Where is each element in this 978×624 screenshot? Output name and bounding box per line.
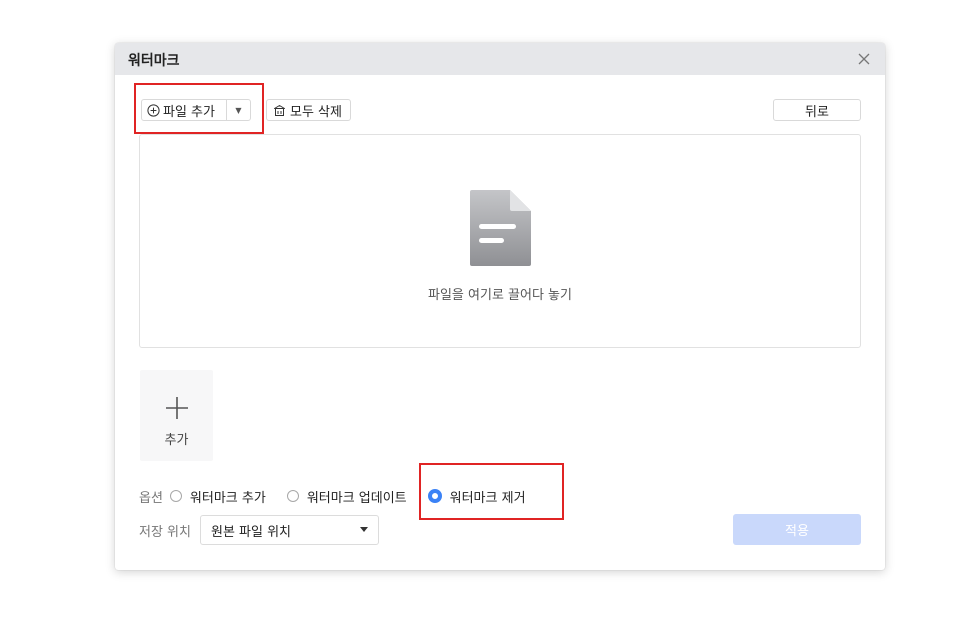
- radio-button[interactable]: [286, 490, 299, 502]
- plus-icon: [166, 397, 188, 419]
- radio-label: 워터마크 제거: [449, 490, 526, 506]
- delete-all-label: 모두 삭제: [290, 104, 342, 120]
- add-file-tile[interactable]: 추가: [140, 370, 213, 461]
- back-button[interactable]: 뒤로: [773, 99, 861, 121]
- close-icon[interactable]: [855, 50, 873, 68]
- add-file-label: 파일 추가: [163, 104, 215, 120]
- plus-circle-icon: [147, 103, 160, 117]
- file-drop-zone[interactable]: 파일을 여기로 끌어다 놓기: [139, 134, 861, 348]
- options-label: 옵션: [139, 490, 163, 506]
- dialog-title: 워터마크: [128, 53, 180, 69]
- caret-down-icon: ▼: [235, 105, 242, 115]
- back-label: 뒤로: [805, 104, 829, 120]
- save-location-row: 저장 위치 원본 파일 위치: [139, 515, 379, 545]
- trash-icon: [274, 104, 285, 116]
- add-file-button[interactable]: 파일 추가: [142, 100, 227, 120]
- add-file-button-group: 파일 추가 ▼: [141, 99, 251, 121]
- add-file-dropdown[interactable]: ▼: [227, 100, 250, 120]
- drop-hint-text: 파일을 여기로 끌어다 놓기: [428, 288, 572, 303]
- save-location-value: 원본 파일 위치: [210, 524, 292, 540]
- radio-label: 워터마크 업데이트: [306, 490, 407, 506]
- radio-remove-watermark[interactable]: 워터마크 제거: [427, 487, 526, 506]
- apply-label: 적용: [785, 524, 809, 539]
- apply-button[interactable]: 적용: [733, 514, 861, 545]
- radio-update-watermark[interactable]: 워터마크 업데이트: [286, 487, 407, 506]
- dialog-titlebar: 워터마크: [115, 43, 885, 75]
- radio-add-watermark[interactable]: 워터마크 추가: [169, 487, 266, 506]
- save-location-label: 저장 위치: [139, 524, 191, 540]
- delete-all-button[interactable]: 모두 삭제: [266, 99, 351, 121]
- add-tile-label: 추가: [164, 433, 189, 448]
- save-location-select[interactable]: 원본 파일 위치: [199, 515, 379, 545]
- watermark-dialog: 워터마크 파일 추가 ▼ 모두 삭제 뒤로 파일을 여기로 끌어다 놓기 추가 …: [115, 43, 885, 570]
- document-icon: [470, 190, 531, 266]
- options-row: 옵션 워터마크 추가 워터마크 업데이트 워터마크 제거: [139, 487, 547, 506]
- caret-down-icon: [359, 527, 368, 532]
- radio-button-checked[interactable]: [427, 489, 442, 503]
- radio-label: 워터마크 추가: [189, 490, 266, 506]
- radio-button[interactable]: [169, 490, 182, 502]
